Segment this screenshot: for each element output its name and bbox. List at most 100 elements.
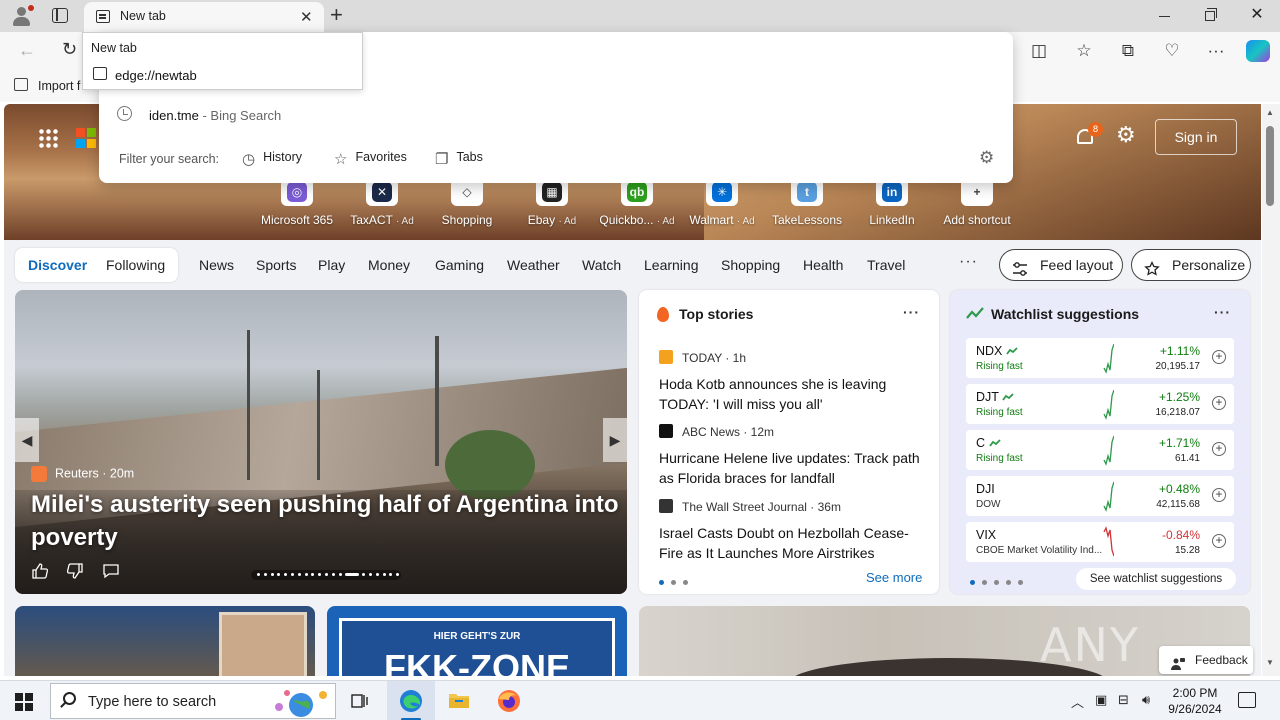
comment-icon[interactable] <box>102 562 120 585</box>
address-bar-popup[interactable]: New tab edge://newtab <box>82 32 363 90</box>
restore-button[interactable] <box>1205 8 1217 21</box>
shortcut-walmart[interactable]: ✳ Walmart · Ad <box>677 176 767 227</box>
network-icon[interactable]: ⊟ <box>1118 692 1129 708</box>
add-to-watchlist-icon[interactable]: + <box>1212 442 1226 456</box>
add-to-watchlist-icon[interactable]: + <box>1212 488 1226 502</box>
nav-travel[interactable]: Travel <box>867 257 905 273</box>
action-center-icon[interactable] <box>1238 692 1256 708</box>
new-tab-button[interactable]: + <box>330 2 343 28</box>
more-categories-icon[interactable]: ··· <box>959 253 978 271</box>
scroll-up-icon[interactable]: ▲ <box>1266 108 1274 117</box>
shortcut-takelessons[interactable]: t TakeLessons <box>762 176 852 227</box>
tab-discover[interactable]: Discover <box>28 257 87 273</box>
copilot-icon[interactable] <box>1246 40 1270 62</box>
add-to-watchlist-icon[interactable]: + <box>1212 396 1226 410</box>
address-url[interactable]: edge://newtab <box>115 68 197 83</box>
see-more-link[interactable]: See more <box>866 570 922 585</box>
feed-layout-button[interactable]: Feed layout <box>999 249 1123 281</box>
carousel-dot[interactable] <box>325 573 328 576</box>
suggestion-item[interactable]: iden.tme - Bing Search <box>149 108 281 123</box>
carousel-dot[interactable] <box>304 573 308 576</box>
page-scrollbar[interactable]: ▲ ▼ <box>1262 104 1280 676</box>
add-to-watchlist-icon[interactable]: + <box>1212 534 1226 548</box>
carousel-dot[interactable] <box>369 573 372 576</box>
collections-icon[interactable]: ⧉ <box>1117 41 1139 61</box>
carousel-indicator[interactable] <box>251 570 401 580</box>
volume-icon[interactable]: 🔊︎ <box>1142 692 1150 708</box>
carousel-dot[interactable] <box>345 573 360 576</box>
nav-watch[interactable]: Watch <box>582 257 621 273</box>
edge-taskbar-icon[interactable] <box>387 681 435 720</box>
add-to-watchlist-icon[interactable]: + <box>1212 350 1226 364</box>
tab-actions-icon[interactable] <box>52 8 68 23</box>
refresh-icon[interactable]: ↻ <box>62 39 77 60</box>
watchlist-row[interactable]: VIX CBOE Market Volatility Ind... -0.84% 15… <box>966 522 1234 562</box>
see-watchlist-suggestions-button[interactable]: See watchlist suggestions <box>1076 568 1236 590</box>
sign-in-button[interactable]: Sign in <box>1155 119 1237 155</box>
tab-following[interactable]: Following <box>106 257 165 273</box>
personalize-button[interactable]: Personalize <box>1131 249 1251 281</box>
feedback-button[interactable]: Feedback <box>1159 646 1253 674</box>
nav-sports[interactable]: Sports <box>256 257 296 273</box>
carousel-dot[interactable] <box>311 573 315 576</box>
top-stories-menu-icon[interactable]: ··· <box>903 304 920 320</box>
windows-start-icon[interactable] <box>15 693 33 711</box>
tab-new-tab[interactable]: New tab ✕ <box>84 2 324 32</box>
nav-news[interactable]: News <box>199 257 234 273</box>
scroll-thumb[interactable] <box>1266 126 1274 206</box>
top-stories-pager[interactable] <box>659 573 695 588</box>
shortcut-quickbo[interactable]: qb Quickbo... · Ad <box>592 176 682 227</box>
favorites-star-icon[interactable]: ☆ <box>1073 41 1095 61</box>
watchlist-pager[interactable] <box>970 573 1030 588</box>
nav-learning[interactable]: Learning <box>644 257 699 273</box>
carousel-dot[interactable] <box>277 573 281 576</box>
story-card-press[interactable] <box>15 606 315 676</box>
story-headline[interactable]: Hurricane Helene live updates: Track pat… <box>659 448 929 488</box>
thumbs-up-icon[interactable] <box>31 562 49 585</box>
meet-now-icon[interactable]: ▣ <box>1095 692 1107 708</box>
close-window-button[interactable]: ✕ <box>1247 4 1267 24</box>
carousel-dot[interactable] <box>362 573 366 576</box>
minimize-button[interactable] <box>1159 16 1170 17</box>
top-story-item[interactable]: The Wall Street Journal · 36m Israel Cast… <box>659 499 929 563</box>
browser-essentials-icon[interactable]: ♡ <box>1161 41 1183 61</box>
next-slide-button[interactable]: ▶ <box>603 418 627 462</box>
shortcut-linkedin[interactable]: in LinkedIn <box>847 176 937 227</box>
nav-play[interactable]: Play <box>318 257 345 273</box>
filter-tabs[interactable]: ❐ Tabs <box>435 150 483 168</box>
system-clock[interactable]: 2:00 PM 9/26/2024 <box>1160 685 1230 717</box>
carousel-dot[interactable] <box>396 573 400 576</box>
carousel-dot[interactable] <box>375 573 379 576</box>
nav-money[interactable]: Money <box>368 257 410 273</box>
story-card-fkk[interactable]: HIER GEHT'S ZUR FKK-ZONE <box>327 606 627 676</box>
taskbar-search-box[interactable]: Type here to search <box>50 683 336 719</box>
import-favorites-link[interactable]: Import f <box>38 79 80 93</box>
nav-weather[interactable]: Weather <box>507 257 560 273</box>
page-settings-gear-icon[interactable]: ⚙ <box>1116 122 1136 148</box>
story-headline[interactable]: Hoda Kotb announces she is leaving TODAY… <box>659 374 929 414</box>
shortcut-add-shortcut[interactable]: + Add shortcut <box>932 176 1022 227</box>
filter-favorites[interactable]: ☆ Favorites <box>334 150 407 168</box>
filter-history[interactable]: ◷ History <box>242 150 302 168</box>
firefox-icon[interactable] <box>485 681 533 720</box>
thumbs-down-icon[interactable] <box>66 562 84 585</box>
carousel-dot[interactable] <box>389 573 393 576</box>
back-icon[interactable]: ← <box>18 40 36 61</box>
carousel-dot[interactable] <box>284 573 288 576</box>
profile-icon[interactable] <box>10 5 34 27</box>
nav-health[interactable]: Health <box>803 257 843 273</box>
top-story-item[interactable]: ABC News · 12m Hurricane Helene live upda… <box>659 424 929 488</box>
carousel-dot[interactable] <box>270 573 274 576</box>
scroll-down-icon[interactable]: ▼ <box>1266 658 1274 667</box>
nav-shopping[interactable]: Shopping <box>721 257 780 273</box>
watchlist-row[interactable]: C Rising fast +1.71% 61.41 + <box>966 430 1234 470</box>
notifications-bell-icon[interactable]: 8 <box>1074 122 1103 148</box>
carousel-dot[interactable] <box>297 573 301 576</box>
app-launcher-icon[interactable] <box>38 128 58 148</box>
carousel-dot[interactable] <box>318 573 322 576</box>
nav-gaming[interactable]: Gaming <box>435 257 484 273</box>
watchlist-row[interactable]: NDX Rising fast +1.11% 20,195.17 + <box>966 338 1234 378</box>
task-view-icon[interactable] <box>336 681 384 720</box>
settings-more-icon[interactable]: ··· <box>1205 41 1227 61</box>
shortcut-taxact[interactable]: ✕ TaxACT · Ad <box>337 176 427 227</box>
